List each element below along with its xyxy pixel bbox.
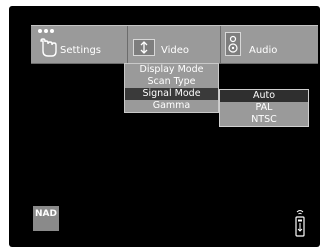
osd-screen: Settings Video Audio Display Mode Scan T… bbox=[9, 6, 320, 247]
option-auto[interactable]: Auto bbox=[220, 90, 308, 102]
speaker-icon bbox=[225, 32, 241, 56]
option-ntsc[interactable]: NTSC bbox=[220, 114, 308, 126]
tab-audio[interactable]: Audio bbox=[220, 26, 318, 63]
video-dropdown: Display Mode Scan Type Signal Mode Gamma bbox=[124, 63, 219, 113]
signal-mode-submenu: Auto PAL NTSC bbox=[219, 89, 309, 127]
menu-item-scan-type[interactable]: Scan Type bbox=[125, 76, 218, 88]
tab-settings-label: Settings bbox=[60, 45, 102, 56]
brand-logo-text: NAD bbox=[35, 209, 57, 219]
tab-video[interactable]: Video bbox=[127, 26, 220, 63]
remote-control-icon bbox=[294, 209, 306, 241]
menu-item-signal-mode[interactable]: Signal Mode bbox=[125, 88, 218, 100]
top-menu-bar: Settings Video Audio bbox=[31, 25, 318, 64]
menu-item-display-mode[interactable]: Display Mode bbox=[125, 64, 218, 76]
hand-pointer-icon bbox=[37, 28, 57, 61]
menu-item-gamma[interactable]: Gamma bbox=[125, 100, 218, 112]
tab-video-label: Video bbox=[161, 45, 190, 56]
tab-settings[interactable]: Settings bbox=[31, 26, 127, 63]
tab-audio-label: Audio bbox=[249, 45, 278, 56]
screen-arrows-icon bbox=[133, 39, 155, 56]
brand-logo: NAD bbox=[33, 206, 59, 231]
option-pal[interactable]: PAL bbox=[220, 102, 308, 114]
